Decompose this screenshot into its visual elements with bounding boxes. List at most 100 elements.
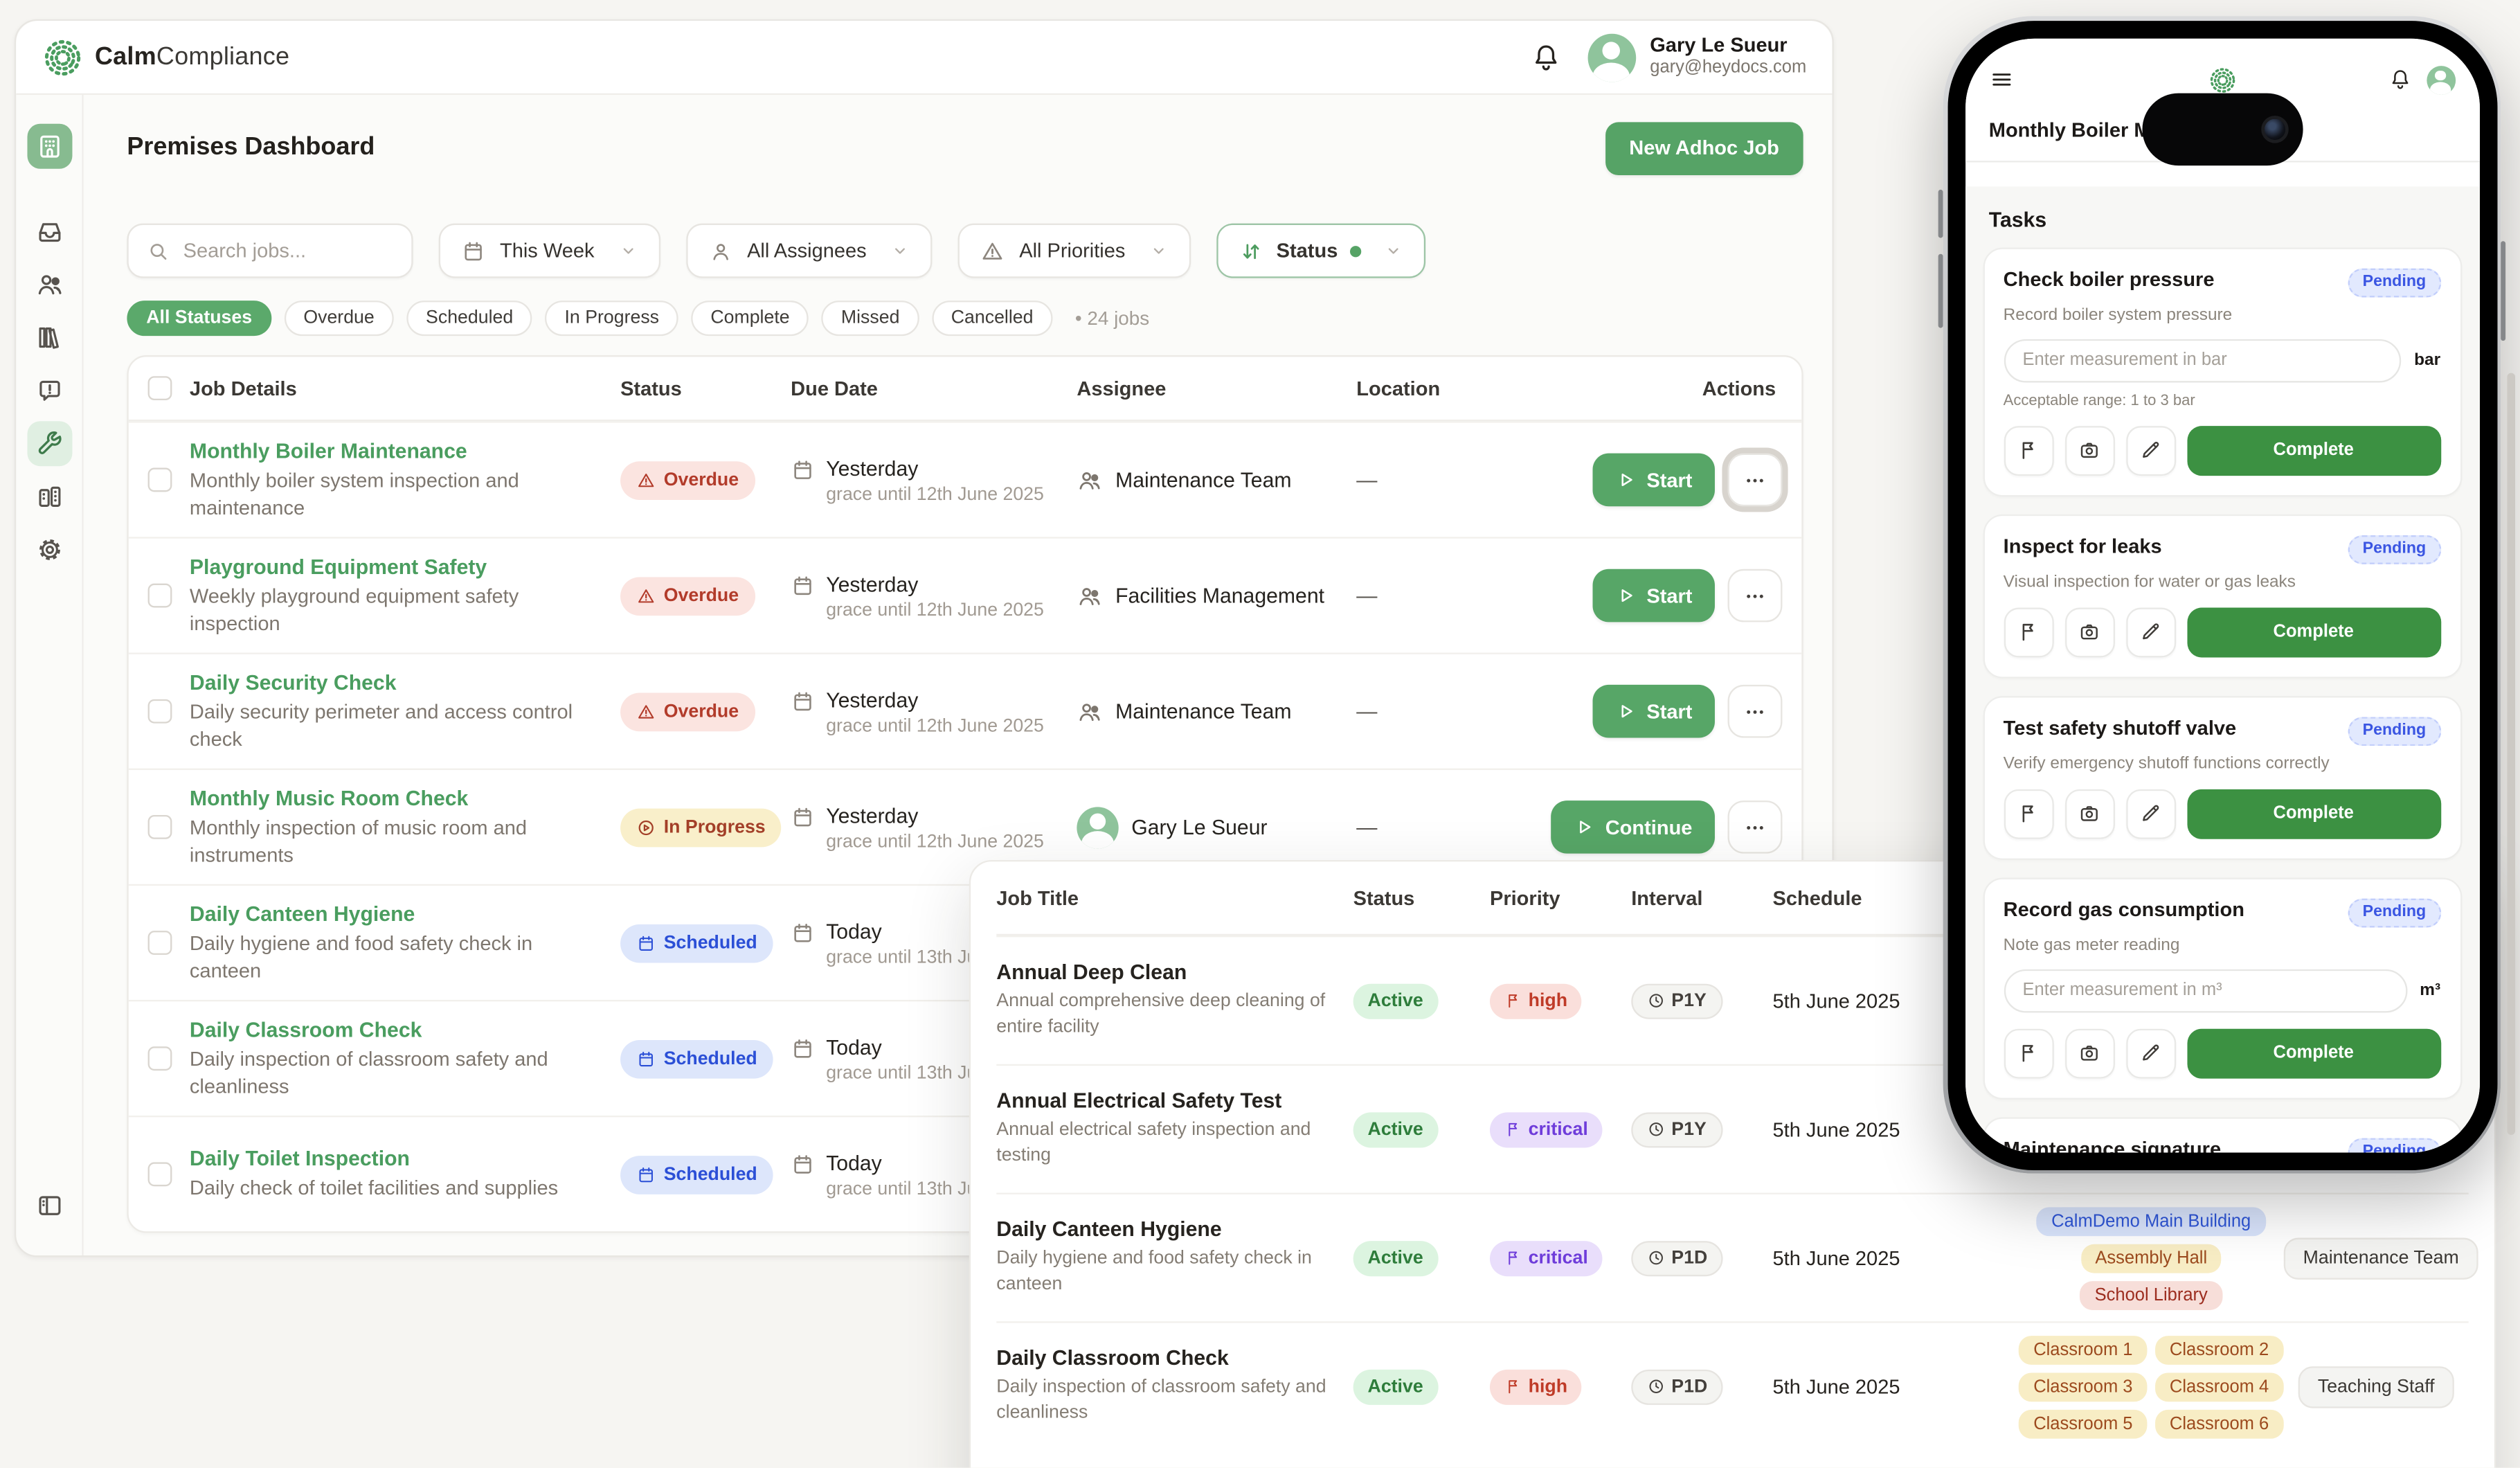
note-button[interactable] xyxy=(2125,425,2175,475)
note-button[interactable] xyxy=(2125,607,2175,656)
status-tab-complete[interactable]: Complete xyxy=(691,301,809,336)
brand[interactable]: CalmCompliance xyxy=(42,36,289,78)
status-tab-missed[interactable]: Missed xyxy=(822,301,919,336)
row-checkbox[interactable] xyxy=(148,1162,172,1186)
pending-badge: Pending xyxy=(2348,535,2440,564)
status-tab-cancelled[interactable]: Cancelled xyxy=(932,301,1052,336)
row-checkbox[interactable] xyxy=(148,931,172,955)
start-button[interactable]: Start xyxy=(1592,454,1715,507)
template-title: Annual Deep Clean xyxy=(996,960,1353,985)
report-icon xyxy=(35,376,64,405)
measurement-input[interactable]: Enter measurement in bar xyxy=(2004,339,2402,382)
sidebar-item-premises[interactable] xyxy=(26,124,71,169)
date-filter-dropdown[interactable]: This Week xyxy=(439,224,660,278)
search-input[interactable]: Search jobs... xyxy=(127,224,413,278)
calendar-icon xyxy=(791,1036,815,1060)
status-badge: Overdue xyxy=(620,460,755,499)
select-all-checkbox[interactable] xyxy=(148,376,172,400)
camera-button[interactable] xyxy=(2064,789,2114,839)
more-actions-button[interactable] xyxy=(1728,685,1783,738)
start-button[interactable]: Start xyxy=(1592,685,1715,738)
complete-button[interactable]: Complete xyxy=(2186,607,2440,656)
sidebar-item-library[interactable] xyxy=(26,315,71,360)
warning-triangle-icon xyxy=(636,470,656,490)
flag-button[interactable] xyxy=(2004,1028,2053,1078)
user-menu[interactable]: Gary Le Sueur gary@heydocs.com xyxy=(1587,33,1807,82)
job-title-link[interactable]: Daily Classroom Check xyxy=(190,1018,620,1042)
sidebar-item-audits[interactable] xyxy=(26,474,71,519)
job-description: Weekly playground equipment safety inspe… xyxy=(190,584,585,636)
front-camera-icon xyxy=(2260,115,2287,142)
col-due-date: Due Date xyxy=(791,377,1077,400)
camera-button[interactable] xyxy=(2064,425,2114,475)
start-button[interactable]: Start xyxy=(1592,569,1715,623)
more-actions-button[interactable] xyxy=(1728,800,1783,854)
row-checkbox[interactable] xyxy=(148,1046,172,1071)
template-description: Annual comprehensive deep cleaning of en… xyxy=(996,991,1337,1041)
page-scrollbar[interactable] xyxy=(2507,373,2515,1135)
location-value: — xyxy=(1356,468,1514,492)
chevron-down-icon xyxy=(891,241,910,260)
user-avatar[interactable] xyxy=(2426,65,2455,94)
note-button[interactable] xyxy=(2125,1028,2175,1078)
menu-icon[interactable] xyxy=(1989,68,2013,92)
note-button[interactable] xyxy=(2125,789,2175,839)
more-actions-button[interactable] xyxy=(1728,454,1783,507)
status-tab-overdue[interactable]: Overdue xyxy=(284,301,393,336)
col-priority: Priority xyxy=(1490,886,1631,909)
tasks-section-title: Tasks xyxy=(1982,186,2461,247)
status-tab-scheduled[interactable]: Scheduled xyxy=(406,301,532,336)
phone-screen: Monthly Boiler Maintenance Tasks Check b… xyxy=(1965,38,2479,1152)
camera-button[interactable] xyxy=(2064,1028,2114,1078)
job-title-link[interactable]: Daily Security Check xyxy=(190,671,620,695)
row-checkbox[interactable] xyxy=(148,815,172,839)
sidebar-collapse-button[interactable] xyxy=(26,1183,71,1228)
row-checkbox[interactable] xyxy=(148,699,172,724)
sidebar-item-settings[interactable] xyxy=(26,527,71,572)
priority-badge: critical xyxy=(1490,1111,1603,1147)
sidebar-item-maintenance[interactable] xyxy=(26,421,71,466)
flag-button[interactable] xyxy=(2004,425,2053,475)
new-adhoc-job-button[interactable]: New Adhoc Job xyxy=(1605,121,1803,174)
status-badge: Overdue xyxy=(620,692,755,731)
assignee-tag: Maintenance Team xyxy=(2284,1237,2478,1278)
continue-button[interactable]: Continue xyxy=(1551,800,1715,854)
users-icon xyxy=(35,270,64,299)
job-title-link[interactable]: Daily Canteen Hygiene xyxy=(190,902,620,927)
sort-dropdown[interactable]: Status xyxy=(1217,224,1426,278)
assignee-filter-dropdown[interactable]: All Assignees xyxy=(686,224,933,278)
task-description: Visual inspection for water or gas leaks xyxy=(2004,571,2440,591)
notifications-bell-icon[interactable] xyxy=(2387,68,2411,92)
complete-button[interactable]: Complete xyxy=(2186,1028,2440,1078)
sort-arrows-icon xyxy=(1239,239,1263,263)
flag-button[interactable] xyxy=(2004,789,2053,839)
calendar-icon xyxy=(791,573,815,598)
row-checkbox[interactable] xyxy=(148,468,172,492)
sidebar-item-inbox[interactable] xyxy=(26,209,71,254)
complete-button[interactable]: Complete xyxy=(2186,789,2440,839)
sidebar-item-reports[interactable] xyxy=(26,368,71,413)
camera-button[interactable] xyxy=(2064,607,2114,656)
pencil-icon xyxy=(2139,1041,2162,1064)
row-checkbox[interactable] xyxy=(148,584,172,608)
status-tab-all[interactable]: All Statuses xyxy=(127,301,271,336)
priority-filter-dropdown[interactable]: All Priorities xyxy=(958,224,1191,278)
col-location: Location xyxy=(1356,377,1514,400)
job-title-link[interactable]: Playground Equipment Safety xyxy=(190,555,620,579)
template-description: Annual electrical safety inspection and … xyxy=(996,1120,1337,1170)
interval-badge: P1Y xyxy=(1631,1111,1722,1147)
flag-button[interactable] xyxy=(2004,607,2053,656)
notifications-bell-icon[interactable] xyxy=(1529,41,1561,73)
status-tab-in-progress[interactable]: In Progress xyxy=(546,301,678,336)
template-title: Daily Classroom Check xyxy=(996,1346,1353,1370)
job-title-link[interactable]: Monthly Music Room Check xyxy=(190,787,620,811)
complete-button[interactable]: Complete xyxy=(2186,425,2440,475)
col-job-title: Job Title xyxy=(996,886,1353,909)
template-row: Daily Classroom Check Daily inspection o… xyxy=(996,1321,2468,1450)
calendar-icon xyxy=(636,1165,656,1184)
sidebar-item-team[interactable] xyxy=(26,262,71,307)
job-title-link[interactable]: Daily Toilet Inspection xyxy=(190,1147,620,1171)
measurement-input[interactable]: Enter measurement in m³ xyxy=(2004,969,2407,1012)
more-actions-button[interactable] xyxy=(1728,569,1783,623)
job-title-link[interactable]: Monthly Boiler Maintenance xyxy=(190,439,620,463)
